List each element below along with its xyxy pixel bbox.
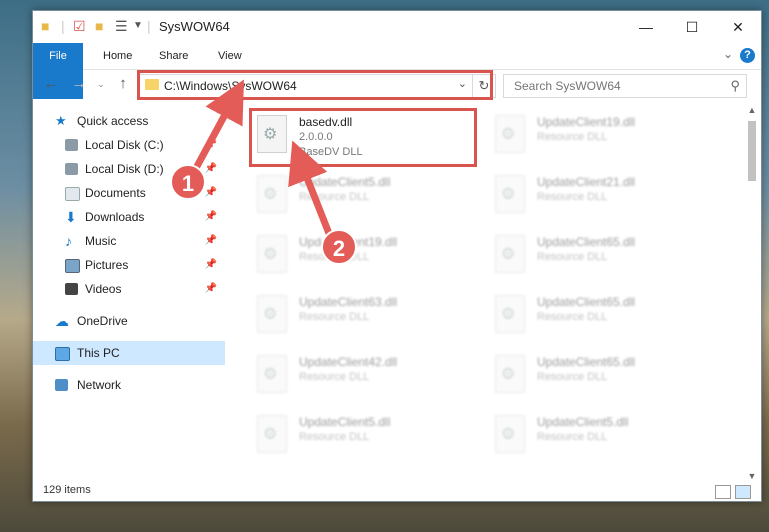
arrow-1 <box>191 79 245 172</box>
step-marker-1: 1 <box>170 164 206 200</box>
arrow-2 <box>288 140 334 238</box>
annotation-arrows <box>191 79 334 238</box>
step-marker-2: 2 <box>321 229 357 265</box>
